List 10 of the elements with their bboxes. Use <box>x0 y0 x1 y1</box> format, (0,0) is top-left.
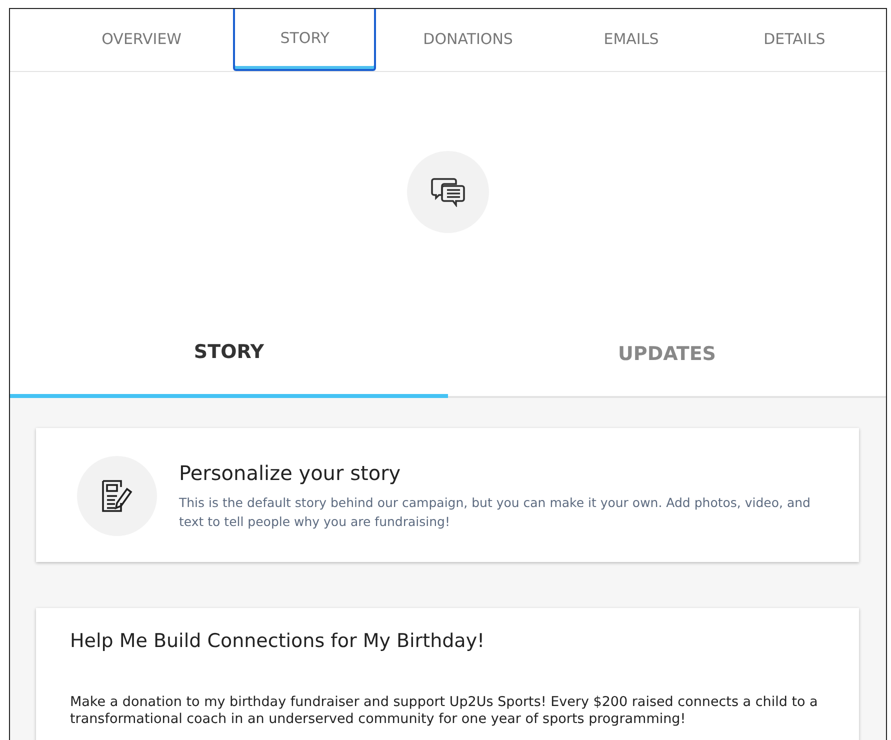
tip-description: This is the default story behind our campaign, but you can make it your own. Add photos, video, and text to tell people why you are fundraising! <box>179 494 812 531</box>
tip-title: Personalize your story <box>179 461 402 485</box>
nav-tab[interactable]: OVERVIEW <box>70 9 214 71</box>
story-text: Make a donation to my birthday fundraiser and support Up2Us Sports! Every $200 raised connects a child to a transformational coach in an underserved community for one year of sports programming! <box>70 694 819 728</box>
story-title: Help Me Build Connections for My Birthday! <box>70 630 486 652</box>
nav-tab[interactable]: EMAILS <box>560 9 703 71</box>
nav-tab[interactable]: DONATIONS <box>396 9 540 71</box>
section-tab[interactable]: UPDATES <box>448 310 886 398</box>
nav-tab[interactable]: STORY <box>233 9 376 71</box>
nav-tab[interactable]: DETAILS <box>722 9 866 71</box>
